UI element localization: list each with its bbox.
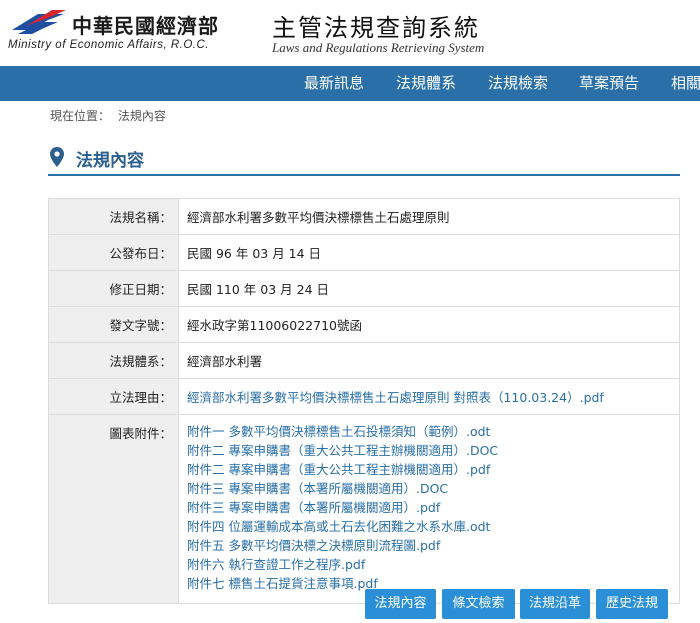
attachment-list: 附件一 多數平均價決標標售土石投標須知（範例）.odt 附件二 專案申購書（重大… <box>187 422 671 593</box>
attachment-link[interactable]: 附件二 專案申購書（重大公共工程主辦機關適用）.pdf <box>187 460 671 479</box>
main-nav: 最新訊息 法規體系 法規檢索 草案預告 相關 <box>0 66 700 101</box>
attachment-link[interactable]: 附件三 專案申購書（本署所屬機關適用）.DOC <box>187 479 671 498</box>
table-row: 公發布日： 民國 96 年 03 月 14 日 <box>48 234 680 271</box>
historical-laws-button[interactable]: 歷史法規 <box>596 589 668 619</box>
section-header: 法規內容 <box>48 140 680 176</box>
table-row: 立法理由： 經濟部水利署多數平均價決標標售土石處理原則 對照表（110.03.2… <box>48 378 680 415</box>
attachment-link[interactable]: 附件五 多數平均價決標之決標原則流程圖.pdf <box>187 536 671 555</box>
breadcrumb: 現在位置： 法規內容 <box>50 107 170 124</box>
publish-date-label: 公發布日： <box>48 234 179 271</box>
table-row: 法規體系： 經濟部水利署 <box>48 342 680 379</box>
attachment-link[interactable]: 附件四 位屬運輸成本高或土石去化困難之水系水庫.odt <box>187 517 671 536</box>
attachment-link[interactable]: 附件六 執行查證工作之程序.pdf <box>187 555 671 574</box>
nav-item-search[interactable]: 法規檢索 <box>488 66 548 101</box>
ministry-name-en: Ministry of Economic Affairs, R.O.C. <box>8 39 209 51</box>
page-title: 法規內容 <box>76 151 144 171</box>
table-row: 修正日期： 民國 110 年 03 月 24 日 <box>48 270 680 307</box>
table-row: 圖表附件： 附件一 多數平均價決標標售土石投標須知（範例）.odt 附件二 專案… <box>48 414 680 604</box>
table-row: 發文字號： 經水政字第11006022710號函 <box>48 306 680 343</box>
nav-item-drafts[interactable]: 草案預告 <box>579 66 639 101</box>
law-content-button[interactable]: 法規內容 <box>365 589 436 619</box>
attachment-link[interactable]: 附件三 專案申購書（本署所屬機關適用）.pdf <box>187 498 671 517</box>
legislative-reason-link[interactable]: 經濟部水利署多數平均價決標標售土石處理原則 對照表（110.03.24）.pdf <box>187 390 604 405</box>
publish-date-value: 民國 96 年 03 月 14 日 <box>178 234 680 271</box>
attachment-link[interactable]: 附件二 專案申購書（重大公共工程主辦機關適用）.DOC <box>187 441 671 460</box>
attachments-cell: 附件一 多數平均價決標標售土石投標須知（範例）.odt 附件二 專案申購書（重大… <box>178 414 680 604</box>
amend-date-value: 民國 110 年 03 月 24 日 <box>178 270 680 307</box>
law-info-table: 法規名稱： 經濟部水利署多數平均價決標標售土石處理原則 公發布日： 民國 96 … <box>48 198 680 604</box>
site-header: 中華民國經濟部 Ministry of Economic Affairs, R.… <box>0 0 700 66</box>
document-number-label: 發文字號： <box>48 306 179 343</box>
legislative-reason-label: 立法理由： <box>48 378 179 415</box>
map-pin-icon <box>50 147 64 167</box>
attachments-label: 圖表附件： <box>48 414 179 604</box>
ministry-logo-icon[interactable] <box>8 6 68 36</box>
nav-item-news[interactable]: 最新訊息 <box>304 66 364 101</box>
amend-date-label: 修正日期： <box>48 270 179 307</box>
nav-item-system[interactable]: 法規體系 <box>396 66 456 101</box>
legislative-reason-cell: 經濟部水利署多數平均價決標標售土石處理原則 對照表（110.03.24）.pdf <box>178 378 680 415</box>
system-title-en: Laws and Regulations Retrieving System <box>272 40 485 55</box>
nav-item-related[interactable]: 相關 <box>671 66 700 101</box>
action-buttons: 法規內容 條文檢索 法規沿革 歷史法規 <box>0 589 700 619</box>
ministry-name-cn: 中華民國經濟部 <box>72 14 219 38</box>
breadcrumb-prefix: 現在位置： <box>50 109 111 123</box>
document-number-value: 經水政字第11006022710號函 <box>178 306 680 343</box>
law-name-value: 經濟部水利署多數平均價決標標售土石處理原則 <box>178 198 680 235</box>
table-row: 法規名稱： 經濟部水利署多數平均價決標標售土石處理原則 <box>48 198 680 235</box>
article-search-button[interactable]: 條文檢索 <box>442 589 515 619</box>
law-history-button[interactable]: 法規沿革 <box>520 589 590 619</box>
law-system-label: 法規體系： <box>48 342 179 379</box>
attachment-link[interactable]: 附件一 多數平均價決標標售土石投標須知（範例）.odt <box>187 422 671 441</box>
system-title-cn: 主管法規查詢系統 <box>272 14 480 42</box>
breadcrumb-current: 法規內容 <box>117 109 166 123</box>
law-name-label: 法規名稱： <box>48 198 179 235</box>
law-system-value: 經濟部水利署 <box>178 342 680 379</box>
